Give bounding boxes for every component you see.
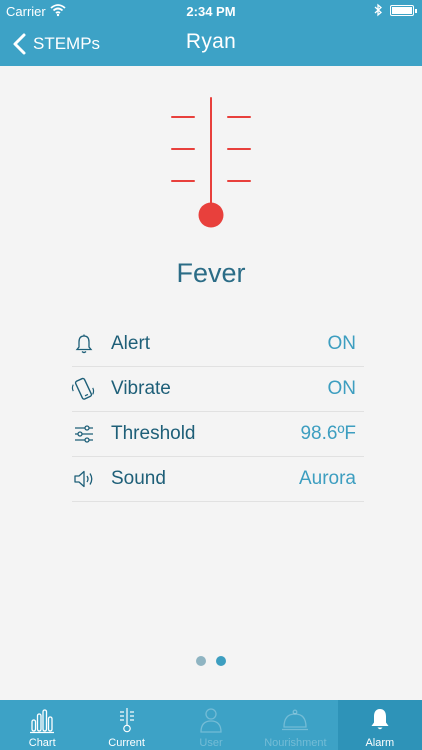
tab-alarm[interactable]: Alarm — [337, 700, 422, 750]
bar-chart-icon — [30, 709, 55, 734]
back-button-label: STEMPs — [33, 34, 101, 53]
tab-current-label: Current — [108, 737, 145, 749]
chevron-left-icon — [13, 33, 26, 55]
navigation-bar: STEMPs Ryan — [0, 22, 422, 66]
alert-row[interactable]: Alert ON — [72, 322, 364, 367]
threshold-value: 98.6ºF — [300, 423, 356, 444]
battery-icon — [390, 5, 417, 16]
vibrate-label: Vibrate — [111, 378, 171, 399]
alarm-settings-list: Alert ON Vibrate ON Threshold 98.6ºF Sou… — [71, 322, 364, 502]
bell-icon — [75, 334, 93, 354]
page-control[interactable] — [0, 656, 422, 666]
speaker-icon — [74, 470, 93, 488]
alert-value: ON — [327, 333, 357, 354]
sound-value: Aurora — [298, 468, 356, 489]
vibrate-phone-icon — [71, 377, 95, 400]
tab-bar: Chart Current User Nourishment Alarm — [0, 700, 422, 750]
back-button[interactable]: STEMPs — [10, 22, 100, 66]
temperature-status-label: Fever — [176, 258, 246, 288]
page-dot-2[interactable] — [216, 656, 226, 666]
tab-alarm-label: Alarm — [365, 737, 395, 749]
page-dot-1[interactable] — [196, 656, 206, 666]
tab-nourishment-label: Nourishment — [264, 737, 327, 749]
bluetooth-icon — [374, 3, 382, 17]
tab-nourishment[interactable]: Nourishment — [253, 700, 337, 750]
sound-label: Sound — [111, 468, 166, 489]
vibrate-value: ON — [327, 378, 357, 399]
tab-chart-label: Chart — [28, 737, 56, 749]
cloche-icon — [282, 709, 309, 731]
sound-row[interactable]: Sound Aurora — [72, 457, 364, 502]
sliders-icon — [75, 425, 93, 443]
status-bar: Carrier 2:34 PM — [0, 0, 422, 22]
tab-user[interactable]: User — [169, 700, 253, 750]
threshold-label: Threshold — [111, 423, 196, 444]
thermometer-icon — [119, 708, 134, 733]
threshold-row[interactable]: Threshold 98.6ºF — [72, 412, 364, 457]
bell-icon — [371, 709, 389, 730]
tab-user-label: User — [199, 737, 223, 749]
tab-chart[interactable]: Chart — [0, 700, 84, 750]
clock: 2:34 PM — [186, 4, 236, 19]
thermometer-icon — [171, 97, 251, 228]
user-icon — [200, 708, 222, 733]
vibrate-row[interactable]: Vibrate ON — [71, 367, 364, 412]
alert-label: Alert — [111, 333, 151, 354]
tab-current[interactable]: Current — [84, 700, 168, 750]
